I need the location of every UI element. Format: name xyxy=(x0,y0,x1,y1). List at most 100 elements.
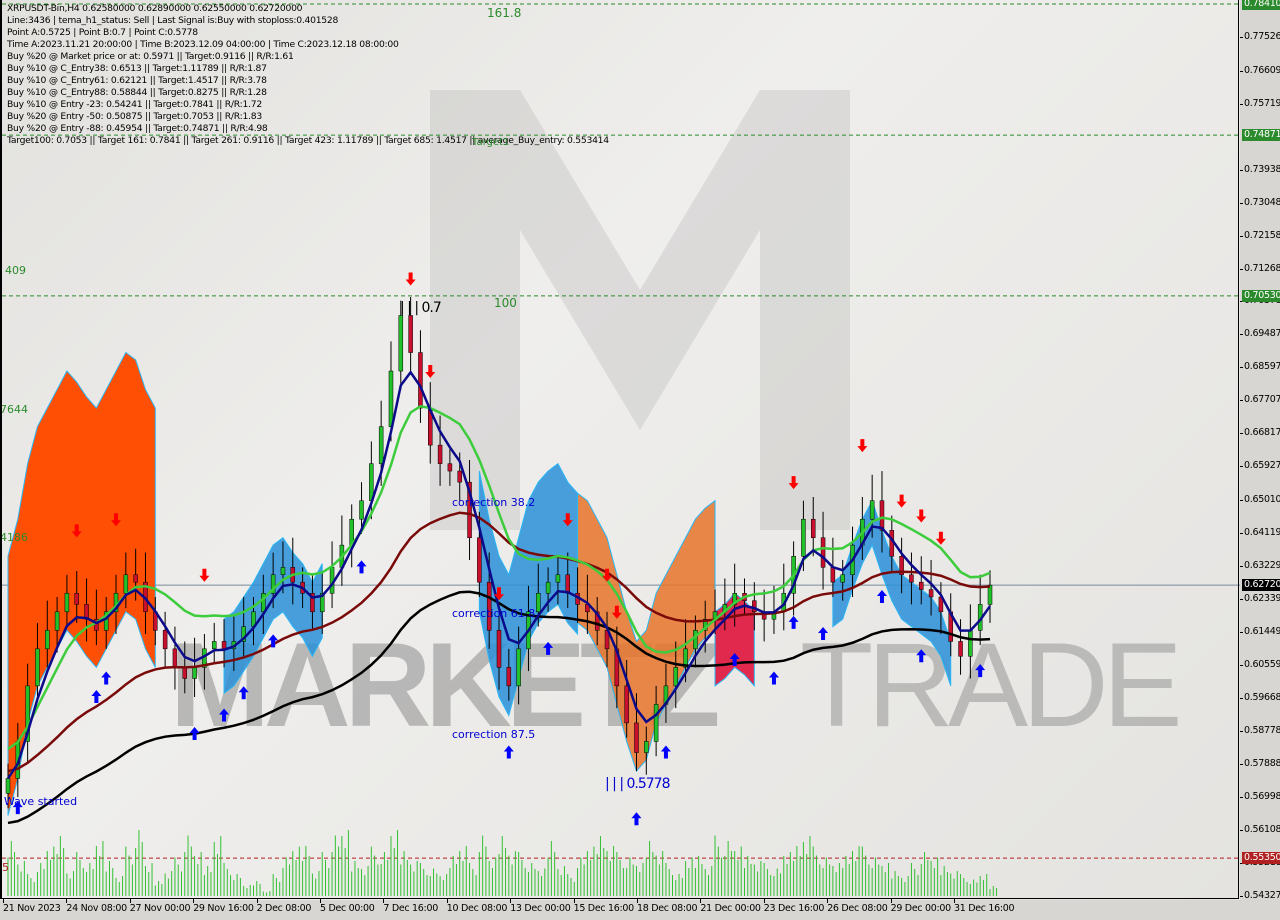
point-c-label: | | | 0.5778 xyxy=(605,776,670,792)
time-tick-label: 13 Dec 00:00 xyxy=(510,899,571,914)
info-line: Time A:2023.11.21 20:00:00 | Time B:2023… xyxy=(7,39,399,50)
time-tick-label: 21 Nov 2023 xyxy=(3,899,61,914)
candle-bull xyxy=(869,500,875,520)
candle-bear xyxy=(830,567,836,583)
candle-bear xyxy=(810,518,816,538)
candle-bull xyxy=(280,567,286,576)
price-tick-label: 0.57888 xyxy=(1239,758,1280,770)
price-tick-label: 0.73938 xyxy=(1239,163,1280,175)
fib-161-label: 161.8 xyxy=(487,6,522,20)
buy-arrow-icon xyxy=(503,745,514,759)
price-tick-label: 0.63229 xyxy=(1239,560,1280,572)
target-price-badge: 0.74871 xyxy=(1242,129,1280,142)
price-tick-label: 0.58778 xyxy=(1239,725,1280,737)
price-axis[interactable]: 0.77526 0.76609 0.75719 0.73938 0.73048 0.721… xyxy=(1239,0,1280,920)
buy-arrow-icon xyxy=(916,649,927,663)
info-line: Buy %10 @ Entry -23: 0.54241 || Target:0… xyxy=(7,99,262,110)
buy-arrow-icon xyxy=(356,560,367,574)
time-tick-label: 18 Dec 08:00 xyxy=(637,899,698,914)
candle-bear xyxy=(457,470,462,483)
candle-bear xyxy=(172,648,178,668)
candle-bull xyxy=(398,315,404,372)
info-line: Buy %10 @ C_Entry38: 0.6513 || Target:1.… xyxy=(7,63,267,74)
price-tick-label: 0.65010 xyxy=(1239,494,1280,506)
candle-bear xyxy=(182,667,188,679)
sell-arrow-icon xyxy=(896,494,907,508)
time-tick-label: 31 Dec 16:00 xyxy=(954,899,1015,914)
candle-bull xyxy=(192,667,197,679)
price-tick-label: 0.76609 xyxy=(1239,64,1280,76)
time-tick-label: 2 Dec 08:00 xyxy=(256,899,312,914)
price-tick-label: 0.59668 xyxy=(1239,692,1280,704)
buy-arrow-icon xyxy=(876,589,887,603)
buy-arrow-icon xyxy=(788,615,799,629)
buy-arrow-icon xyxy=(543,641,554,655)
buy-arrow-icon xyxy=(768,671,779,685)
buy-arrow-icon xyxy=(238,686,249,700)
info-line: Buy %10 @ C_Entry88: 0.58844 || Target:0… xyxy=(7,87,267,98)
candle-bear xyxy=(162,630,168,650)
candle-bear xyxy=(418,352,423,409)
info-line: Target100: 0.7053 || Target 161: 0.7841 … xyxy=(7,135,609,146)
candle-bear xyxy=(634,722,639,753)
ichimoku-cloud xyxy=(7,351,156,816)
info-line: Buy %20 @ Market price or at: 0.5971 || … xyxy=(7,51,294,62)
candle-bear xyxy=(909,574,914,583)
price-tick-label: 0.67707 xyxy=(1239,394,1280,406)
info-line: Point A:0.5725 | Point B:0.7 | Point C:0… xyxy=(7,27,198,38)
candle-bull xyxy=(693,630,698,650)
candle-bear xyxy=(820,537,826,568)
candle-bull xyxy=(5,778,11,794)
candle-bull xyxy=(968,630,973,657)
candle-bear xyxy=(477,537,482,583)
price-tick-label: 0.72158 xyxy=(1239,229,1280,241)
target-price-badge: 0.70530 xyxy=(1242,289,1280,302)
left-409-label: 409 xyxy=(5,264,26,277)
candle-bull xyxy=(644,741,649,753)
candle-bear xyxy=(565,574,570,594)
time-tick-label: 29 Dec 00:00 xyxy=(890,899,951,914)
info-line: Buy %10 @ C_Entry61: 0.62121 || Target:1… xyxy=(7,75,267,86)
candle-bear xyxy=(928,589,934,598)
sell-arrow-icon xyxy=(935,531,946,545)
buy-arrow-icon xyxy=(660,745,671,759)
candle-bull xyxy=(801,518,806,557)
candle-bull xyxy=(653,704,659,742)
sell-arrow-icon xyxy=(857,439,868,453)
sell-arrow-icon xyxy=(405,272,416,286)
sell-arrow-icon xyxy=(788,476,799,490)
candle-bear xyxy=(879,500,885,531)
candle-bull xyxy=(123,574,129,594)
price-tick-label: 0.54327 xyxy=(1239,890,1280,901)
correction-61-label: correction 61.8 xyxy=(452,607,536,620)
price-tick-label: 0.77526 xyxy=(1239,30,1280,42)
left-4186-label: 4186 xyxy=(0,531,28,544)
buy-arrow-icon xyxy=(975,664,986,678)
price-tick-label: 0.62339 xyxy=(1239,593,1280,605)
time-tick-label: 29 Nov 16:00 xyxy=(193,899,254,914)
candle-bull xyxy=(555,574,561,583)
candle-bear xyxy=(506,667,512,687)
candle-bull xyxy=(45,630,50,650)
buy-arrow-icon xyxy=(818,627,829,641)
time-tick-label: 21 Dec 00:00 xyxy=(700,899,761,914)
point-b-label: | | | 0.7 xyxy=(400,300,442,316)
candle-bear xyxy=(624,685,629,724)
stop-price-badge: 0.55350 xyxy=(1242,852,1280,865)
chart-plot-area[interactable]: MARKETZ TRADE XRPUSDT-Bin,H4 0.62580000 … xyxy=(0,0,1240,900)
price-tick-label: 0.75719 xyxy=(1239,97,1280,109)
info-panel: XRPUSDT-Bin,H4 0.62580000 0.62890000 0.6… xyxy=(7,3,609,147)
candle-bull xyxy=(840,574,845,583)
candle-bull xyxy=(536,593,541,613)
candle-bull xyxy=(673,667,679,687)
time-tick-label: 7 Dec 16:00 xyxy=(383,899,438,914)
price-tick-label: 0.61449 xyxy=(1239,626,1280,638)
candle-bear xyxy=(221,641,227,650)
buy-arrow-icon xyxy=(631,812,642,826)
candle-bear xyxy=(74,593,79,605)
candle-bull xyxy=(987,584,993,605)
candle-bear xyxy=(133,574,138,583)
price-tick-label: 0.71268 xyxy=(1239,262,1280,274)
buy-arrow-icon xyxy=(101,671,112,685)
time-tick-label: 15 Dec 16:00 xyxy=(573,899,634,914)
